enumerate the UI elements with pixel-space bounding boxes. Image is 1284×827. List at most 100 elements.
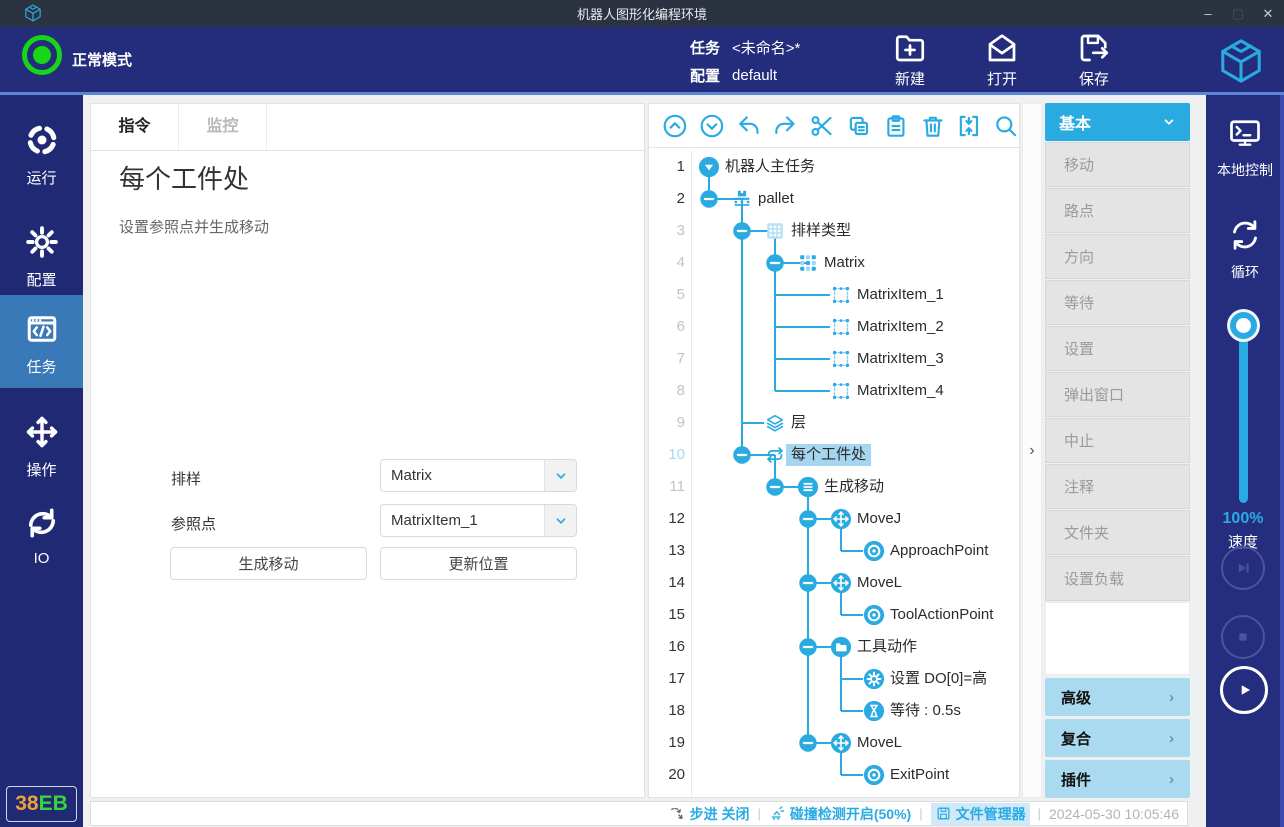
copy-icon[interactable] [846, 113, 872, 139]
tree-row-MatrixItem_1[interactable]: 5MatrixItem_1 [649, 279, 1019, 311]
tree-row-每个工件处[interactable]: 10每个工件处 [649, 439, 1019, 471]
collapse-node-icon[interactable] [798, 733, 818, 753]
palette-item-等待[interactable]: 等待 [1045, 280, 1190, 325]
statusbar-separator: | [1038, 806, 1041, 821]
tree-row-pallet[interactable]: 2pallet [649, 183, 1019, 215]
tree-row-工具动作[interactable]: 16工具动作 [649, 631, 1019, 663]
palette-item-设置负载[interactable]: 设置负载 [1045, 556, 1190, 601]
stop-button[interactable] [1221, 615, 1265, 659]
open-task-button[interactable]: 打开 [972, 30, 1032, 89]
play-button[interactable] [1220, 666, 1268, 714]
sidebar-item-配置[interactable]: 配置 [0, 222, 83, 286]
collapse-node-icon[interactable] [798, 637, 818, 657]
palette-item-移动[interactable]: 移动 [1045, 142, 1190, 187]
new-task-button[interactable]: 新建 [880, 30, 940, 89]
tree-row-Matrix[interactable]: 4Matrix [649, 247, 1019, 279]
pallet-icon [731, 188, 753, 210]
pattern-dropdown[interactable]: Matrix [380, 459, 577, 492]
tree-row-MoveL[interactable]: 14MoveL [649, 567, 1019, 599]
tree-row-MatrixItem_4[interactable]: 8MatrixItem_4 [649, 375, 1019, 407]
speed-slider-handle[interactable] [1230, 312, 1257, 339]
statusbar: 步进 关闭|碰撞检测开启(50%)|文件管理器|2024-05-30 10:05… [90, 801, 1188, 826]
statusbar-item-label: 碰撞检测开启(50%) [790, 804, 911, 824]
save-task-button[interactable]: 保存 [1064, 30, 1124, 89]
waypoint-icon [863, 764, 885, 786]
palette-header-basic[interactable]: 基本 [1045, 103, 1190, 141]
palette-item-文件夹[interactable]: 文件夹 [1045, 510, 1190, 555]
trash-icon[interactable] [920, 113, 946, 139]
tree-line-number: 9 [649, 414, 685, 431]
collapse-node-icon[interactable] [699, 189, 719, 209]
tree-row-MoveL[interactable]: 19MoveL [649, 727, 1019, 759]
palette-group-label: 复合 [1061, 728, 1091, 749]
sidebar-item-操作[interactable]: 操作 [0, 412, 83, 476]
statusbar-item-1[interactable]: 步进 关闭 [669, 804, 750, 824]
collapse-panel-icon[interactable]: › [1029, 442, 1034, 460]
tab-monitor[interactable]: 监控 [179, 104, 267, 150]
palette-item-弹出窗口[interactable]: 弹出窗口 [1045, 372, 1190, 417]
tree-row-机器人主任务[interactable]: 1机器人主任务 [649, 151, 1019, 183]
palette-group-插件[interactable]: 插件› [1045, 760, 1190, 798]
matrix-item-icon [830, 348, 852, 370]
search-icon[interactable] [993, 113, 1019, 139]
generate-move-button[interactable]: 生成移动 [170, 547, 367, 580]
tree-row-生成移动[interactable]: 11生成移动 [649, 471, 1019, 503]
collapse-node-icon[interactable] [732, 221, 752, 241]
update-position-button[interactable]: 更新位置 [380, 547, 577, 580]
sidebar-item-IO[interactable]: IO [0, 503, 83, 567]
close-icon[interactable]: ✕ [1260, 6, 1276, 22]
tree-node-label: pallet [758, 188, 794, 210]
io-icon [24, 505, 60, 541]
palette-item-设置[interactable]: 设置 [1045, 326, 1190, 371]
tree-row-排样类型[interactable]: 3排样类型 [649, 215, 1019, 247]
palette-item-label: 弹出窗口 [1064, 384, 1124, 405]
minimize-icon[interactable]: – [1200, 6, 1216, 21]
fold-icon[interactable] [956, 113, 982, 139]
tree-row-MoveJ[interactable]: 12MoveJ [649, 503, 1019, 535]
tree-row-设置 DO[0]=高[interactable]: 17设置 DO[0]=高 [649, 663, 1019, 695]
tree-row-层[interactable]: 9层 [649, 407, 1019, 439]
sidebar-item-任务[interactable]: 任务 [0, 295, 83, 388]
chevron-up-circle-icon[interactable] [662, 113, 688, 139]
tree-row-ExitPoint[interactable]: 20ExitPoint [649, 759, 1019, 791]
generate-move-icon [797, 476, 819, 498]
chevron-down-circle-icon[interactable] [699, 113, 725, 139]
skip-end-button[interactable] [1221, 546, 1265, 590]
pattern-field-label: 排样 [171, 468, 201, 489]
palette-item-方向[interactable]: 方向 [1045, 234, 1190, 279]
redo-icon[interactable] [772, 113, 798, 139]
palette-group-高级[interactable]: 高级› [1045, 678, 1190, 716]
tree-line-number: 8 [649, 382, 685, 399]
speed-slider-track[interactable] [1239, 325, 1248, 503]
sidebar-item-运行[interactable]: 运行 [0, 120, 83, 184]
new-icon [892, 30, 928, 66]
tree-row-等待 : 0.5s[interactable]: 18等待 : 0.5s [649, 695, 1019, 727]
collapse-node-icon[interactable] [765, 253, 785, 273]
header-action-label: 保存 [1079, 68, 1109, 89]
statusbar-item-2[interactable]: 碰撞检测开启(50%) [769, 804, 911, 824]
undo-icon[interactable] [736, 113, 762, 139]
tab-instruction[interactable]: 指令 [91, 104, 179, 150]
robot-main-task-icon [698, 156, 720, 178]
tree-row-MatrixItem_2[interactable]: 6MatrixItem_2 [649, 311, 1019, 343]
cycle-icon [1227, 217, 1263, 253]
tree-row-ToolActionPoint[interactable]: 15ToolActionPoint [649, 599, 1019, 631]
palette-item-路点[interactable]: 路点 [1045, 188, 1190, 233]
collapse-node-icon[interactable] [765, 477, 785, 497]
palette-item-注释[interactable]: 注释 [1045, 464, 1190, 509]
paste-icon[interactable] [883, 113, 909, 139]
collapse-node-icon[interactable] [732, 445, 752, 465]
maximize-icon[interactable]: ▢ [1230, 6, 1246, 22]
refpoint-dropdown[interactable]: MatrixItem_1 [380, 504, 577, 537]
palette-group-复合[interactable]: 复合› [1045, 719, 1190, 757]
local-control-button[interactable]: 本地控制 [1206, 115, 1284, 180]
tree-row-ApproachPoint[interactable]: 13ApproachPoint [649, 535, 1019, 567]
palette-item-中止[interactable]: 中止 [1045, 418, 1190, 463]
cycle-button[interactable]: 循环 [1206, 217, 1284, 282]
statusbar-item-3[interactable]: 文件管理器 [931, 803, 1030, 825]
tree-row-MatrixItem_3[interactable]: 7MatrixItem_3 [649, 343, 1019, 375]
palette-item-label: 移动 [1064, 154, 1094, 175]
collapse-node-icon[interactable] [798, 509, 818, 529]
cut-icon[interactable] [809, 113, 835, 139]
collapse-node-icon[interactable] [798, 573, 818, 593]
